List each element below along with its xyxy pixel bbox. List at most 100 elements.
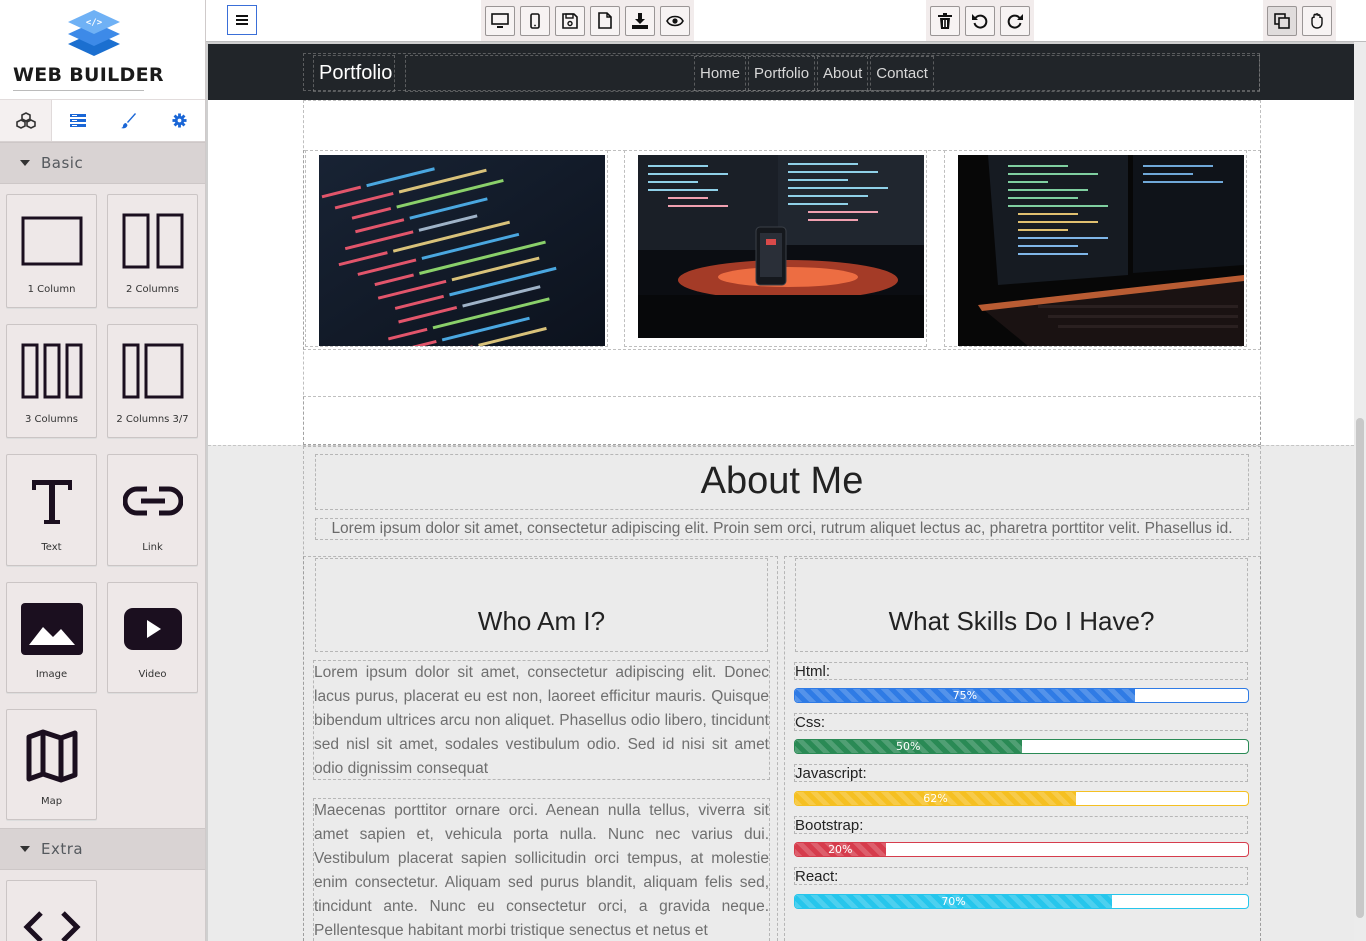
view-group: [1263, 0, 1336, 41]
block-code[interactable]: [6, 880, 97, 941]
skill-label-html[interactable]: Html:: [794, 662, 1248, 680]
redo-button[interactable]: [1000, 5, 1030, 36]
who-paragraph-2[interactable]: Maecenas porttitor ornare orci. Aenean n…: [313, 798, 770, 941]
block-map[interactable]: Map: [6, 709, 97, 820]
hand-icon: [1311, 12, 1323, 29]
top-toolbar: [206, 0, 1366, 42]
category-basic[interactable]: Basic: [0, 142, 205, 184]
about-section[interactable]: About Me Lorem ipsum dolor sit amet, con…: [208, 445, 1354, 941]
block-label: Image: [35, 669, 68, 680]
block-label: 3 Columns: [24, 414, 79, 425]
block-label: 1 Column: [27, 284, 76, 295]
tab-layers[interactable]: [52, 100, 103, 141]
block-label: Map: [40, 796, 63, 807]
tab-style[interactable]: [103, 100, 154, 141]
portfolio-card[interactable]: [305, 150, 608, 347]
navbar-links: Home Portfolio About Contact: [694, 56, 1248, 91]
device-file-group: [481, 0, 694, 41]
download-button[interactable]: [625, 5, 655, 36]
code-screenshot-image[interactable]: [319, 155, 605, 346]
portfolio-spacer[interactable]: [303, 396, 1261, 445]
menu-toggle-button[interactable]: [227, 5, 257, 35]
keyboard-monitor-image[interactable]: [958, 155, 1244, 346]
clear-canvas-button[interactable]: [930, 5, 960, 36]
one-column-icon: [21, 216, 82, 266]
skill-label-bootstrap[interactable]: Bootstrap:: [794, 816, 1248, 834]
who-title[interactable]: Who Am I?: [315, 558, 768, 652]
mobile-view-button[interactable]: [520, 5, 550, 36]
category-basic-label: Basic: [41, 154, 84, 172]
undo-icon: [972, 13, 988, 29]
nav-link-about[interactable]: About: [817, 56, 869, 91]
skill-bar-bootstrap: 20%: [794, 842, 1249, 857]
component-outline-button[interactable]: [1267, 5, 1297, 36]
image-icon: [20, 603, 83, 655]
block-2-columns[interactable]: 2 Columns: [107, 194, 198, 308]
link-icon: [122, 486, 183, 516]
new-page-button[interactable]: [590, 5, 620, 36]
site-navbar[interactable]: Portfolio Home Portfolio About Contact: [208, 44, 1354, 100]
block-2-columns-37[interactable]: 2 Columns 3/7: [107, 324, 198, 438]
skill-label-react[interactable]: React:: [794, 867, 1248, 885]
nav-link-contact[interactable]: Contact: [870, 56, 934, 91]
block-video[interactable]: Video: [107, 582, 198, 693]
nav-link-portfolio[interactable]: Portfolio: [748, 56, 816, 91]
preview-button[interactable]: [660, 5, 690, 36]
block-label: Text: [41, 542, 62, 553]
about-lead-text[interactable]: Lorem ipsum dolor sit amet, consectetur …: [315, 518, 1249, 540]
navbar-brand[interactable]: Portfolio: [313, 55, 396, 92]
monitors-phone-image[interactable]: [638, 155, 924, 338]
two-columns-icon: [122, 213, 183, 269]
blocks-icon: [15, 111, 36, 129]
text-icon: [31, 480, 72, 524]
panel-tabs: [0, 100, 205, 142]
editor-canvas: Portfolio Home Portfolio About Contact A…: [206, 41, 1366, 941]
desktop-icon: [491, 12, 509, 28]
block-3-columns[interactable]: 3 Columns: [6, 324, 97, 438]
tab-settings[interactable]: [154, 100, 205, 141]
skill-percent: 50%: [896, 740, 921, 753]
extra-blocks: [0, 870, 205, 941]
redo-icon: [1007, 13, 1023, 29]
skill-label-javascript[interactable]: Javascript:: [794, 764, 1248, 782]
component-outline-icon: [1274, 12, 1290, 29]
brand-divider: [13, 90, 144, 91]
skill-bar-javascript: 62%: [794, 791, 1249, 806]
drag-mode-button[interactable]: [1302, 5, 1332, 36]
undo-button[interactable]: [965, 5, 995, 36]
block-text[interactable]: Text: [6, 454, 97, 566]
block-link[interactable]: Link: [107, 454, 198, 566]
layers-icon: [69, 113, 86, 127]
category-extra[interactable]: Extra: [0, 828, 205, 870]
portfolio-card[interactable]: [624, 150, 927, 347]
settings-gear-icon: [172, 113, 187, 128]
canvas-scrollbar[interactable]: [1354, 42, 1366, 941]
nav-link-home[interactable]: Home: [694, 56, 747, 91]
portfolio-card[interactable]: [944, 150, 1247, 347]
two-columns-37-icon: [122, 343, 183, 399]
brand-name: WEB BUILDER: [13, 64, 164, 86]
skill-bar-react: 70%: [794, 894, 1249, 909]
block-image[interactable]: Image: [6, 582, 97, 693]
scrollbar-thumb[interactable]: [1356, 418, 1364, 918]
hamburger-icon: [236, 15, 248, 25]
skill-fill-html: 75%: [795, 689, 1135, 702]
skill-bar-css: 50%: [794, 739, 1249, 754]
web-builder-logo: </>: [68, 10, 120, 56]
video-icon: [123, 608, 182, 650]
skills-title[interactable]: What Skills Do I Have?: [795, 558, 1248, 652]
desktop-view-button[interactable]: [485, 5, 515, 36]
who-paragraph-1[interactable]: Lorem ipsum dolor sit amet, consectetur …: [313, 660, 770, 780]
code-icon: [22, 911, 81, 941]
caret-down-icon: [20, 846, 30, 852]
block-1-column[interactable]: 1 Column: [6, 194, 97, 308]
block-label: Link: [142, 542, 163, 553]
skill-fill-react: 70%: [795, 895, 1113, 908]
block-label: Video: [138, 669, 167, 680]
skill-label-css[interactable]: Css:: [794, 713, 1248, 731]
about-title[interactable]: About Me: [315, 454, 1249, 510]
save-button[interactable]: [555, 5, 585, 36]
download-icon: [632, 12, 648, 29]
tab-blocks[interactable]: [0, 100, 52, 141]
trash-icon: [938, 12, 952, 29]
